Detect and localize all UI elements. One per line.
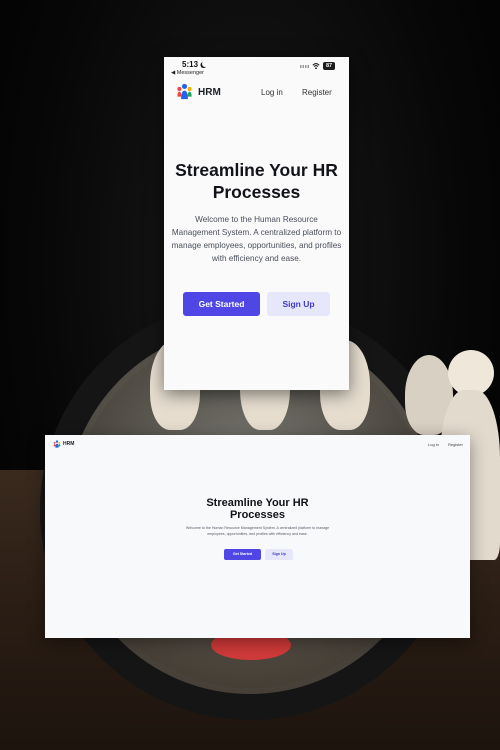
brand-name[interactable]: HRM xyxy=(63,441,74,447)
wifi-icon xyxy=(312,63,320,70)
hero-section: Streamline Your HR Processes Welcome to … xyxy=(45,497,470,537)
hero-description: Welcome to the Human Resource Management… xyxy=(171,215,342,263)
register-link[interactable]: Register xyxy=(302,88,332,97)
status-time: 5:13 xyxy=(182,60,199,69)
get-started-button[interactable]: Get Started xyxy=(224,549,261,560)
desktop-screenshot: HRM Log in Register Streamline Your HR P… xyxy=(45,435,470,638)
sign-up-button[interactable]: Sign Up xyxy=(267,292,330,316)
status-bar: 5:13 ◀ Messenger 87 xyxy=(164,57,349,79)
login-link[interactable]: Log in xyxy=(428,442,439,447)
login-link[interactable]: Log in xyxy=(261,88,283,97)
signal-icon xyxy=(300,65,310,68)
hrm-logo-icon xyxy=(177,83,192,100)
hrm-logo-icon xyxy=(53,440,61,448)
moon-icon xyxy=(202,61,208,67)
hero-actions: Get Started Sign Up xyxy=(164,292,349,316)
hero-title: Streamline Your HR Processes xyxy=(206,497,309,521)
navbar: HRM Log in Register xyxy=(164,79,349,115)
back-to-app-link[interactable]: ◀ Messenger xyxy=(171,70,204,76)
hero-description: Welcome to the Human Resource Management… xyxy=(185,526,330,536)
hero-title: Streamline Your HR Processes xyxy=(175,160,338,202)
brand-name[interactable]: HRM xyxy=(198,87,221,98)
get-started-button[interactable]: Get Started xyxy=(183,292,260,316)
navbar: HRM Log in Register xyxy=(45,435,470,453)
register-link[interactable]: Register xyxy=(448,442,463,447)
battery-indicator: 87 xyxy=(323,62,335,70)
sign-up-button[interactable]: Sign Up xyxy=(265,549,293,560)
hero-section: Streamline Your HR Processes Welcome to … xyxy=(164,159,349,316)
mobile-screenshot: 5:13 ◀ Messenger 87 HRM Log in Register … xyxy=(164,57,349,390)
